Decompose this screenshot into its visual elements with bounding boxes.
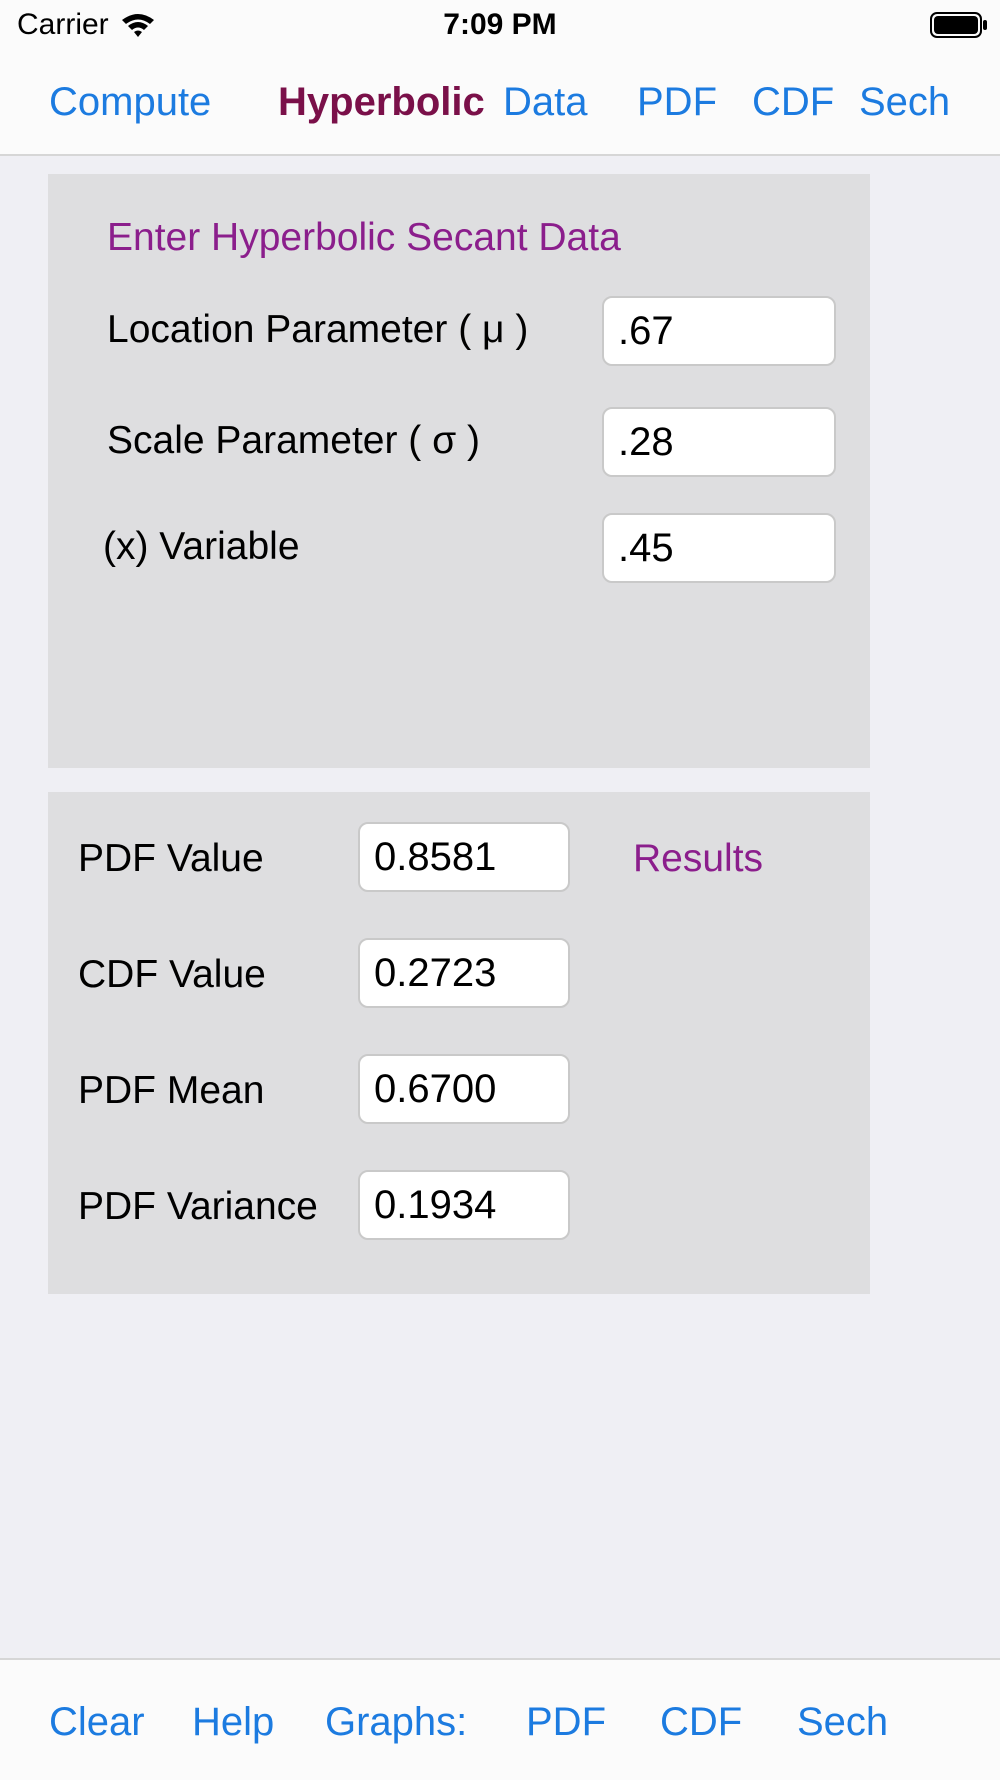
- battery-icon: [930, 12, 987, 38]
- location-label: Location Parameter ( μ ): [107, 308, 529, 351]
- results-panel: PDF Value 0.8581 Results CDF Value 0.272…: [48, 792, 870, 1294]
- variable-input[interactable]: .45: [602, 513, 836, 583]
- scale-label: Scale Parameter ( σ ): [107, 419, 481, 462]
- pdf-variance-label: PDF Variance: [78, 1185, 318, 1228]
- data-button[interactable]: Data: [503, 80, 588, 125]
- top-nav-bar: Compute Hyperbolic Data PDF CDF Sech: [0, 60, 1000, 156]
- pdf-value-label: PDF Value: [78, 837, 264, 880]
- location-input[interactable]: .67: [602, 296, 836, 366]
- pdf-mean-label: PDF Mean: [78, 1069, 265, 1112]
- input-panel-title: Enter Hyperbolic Secant Data: [107, 216, 621, 259]
- status-bar: Carrier 7:09 PM: [0, 0, 1000, 60]
- cdf-graph-button[interactable]: CDF: [660, 1700, 742, 1745]
- help-button[interactable]: Help: [192, 1700, 274, 1745]
- clear-button[interactable]: Clear: [49, 1700, 145, 1745]
- pdf-value-field[interactable]: 0.8581: [358, 822, 570, 892]
- cdf-nav-button[interactable]: CDF: [752, 80, 834, 125]
- page-title: Hyperbolic: [278, 80, 485, 124]
- variable-label: (x) Variable: [103, 525, 300, 568]
- graphs-label: Graphs:: [325, 1700, 468, 1744]
- results-title: Results: [633, 837, 764, 880]
- cdf-value-field[interactable]: 0.2723: [358, 938, 570, 1008]
- cdf-value-label: CDF Value: [78, 953, 266, 996]
- bottom-toolbar: Clear Help Graphs: PDF CDF Sech: [0, 1658, 1000, 1780]
- clock: 7:09 PM: [443, 8, 557, 41]
- pdf-mean-field[interactable]: 0.6700: [358, 1054, 570, 1124]
- sech-graph-button[interactable]: Sech: [797, 1700, 888, 1745]
- input-panel: Enter Hyperbolic Secant Data Location Pa…: [48, 174, 870, 768]
- scale-input[interactable]: .28: [602, 407, 836, 477]
- sech-nav-button[interactable]: Sech: [859, 80, 950, 125]
- compute-button[interactable]: Compute: [49, 80, 211, 125]
- pdf-nav-button[interactable]: PDF: [637, 80, 717, 125]
- pdf-variance-field[interactable]: 0.1934: [358, 1170, 570, 1240]
- pdf-graph-button[interactable]: PDF: [526, 1700, 606, 1745]
